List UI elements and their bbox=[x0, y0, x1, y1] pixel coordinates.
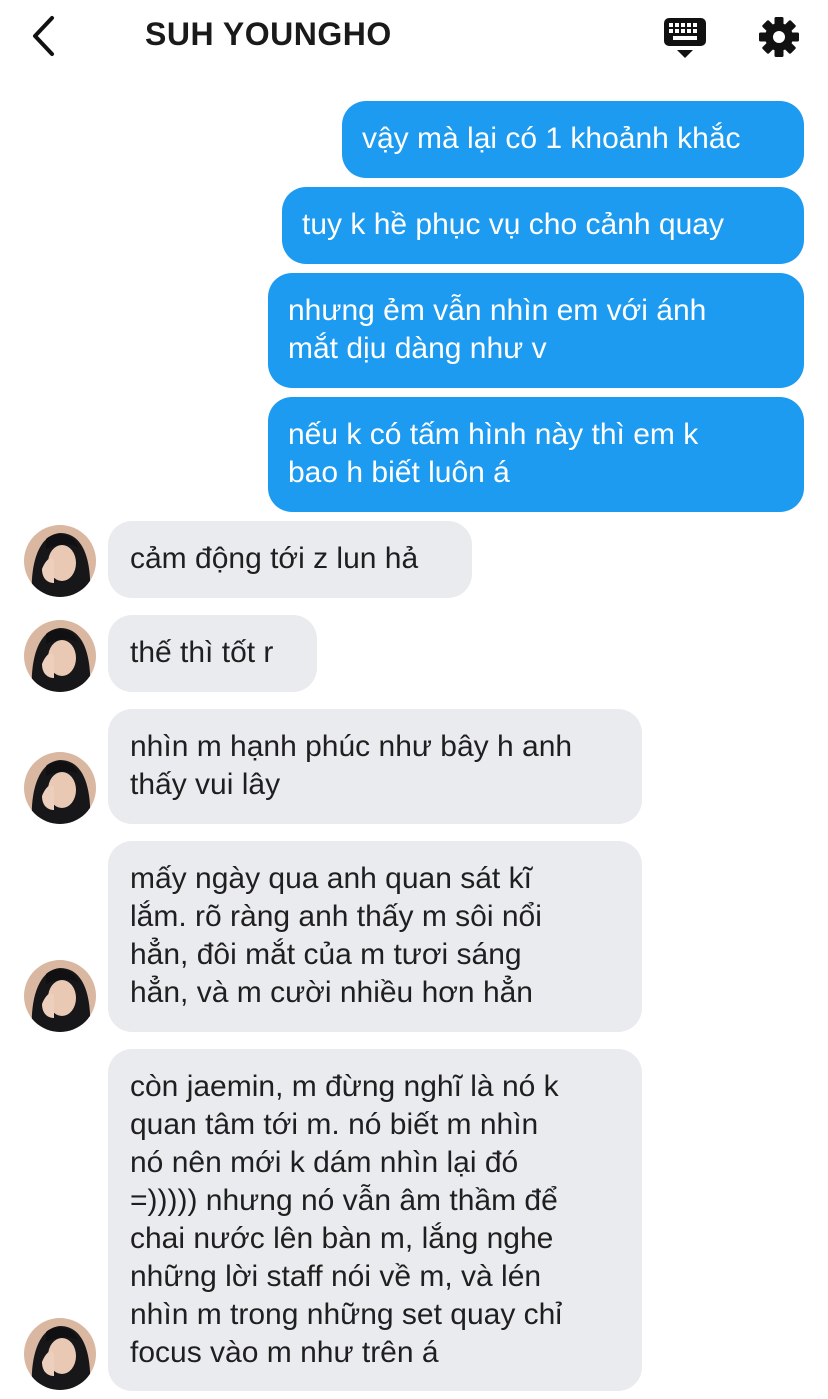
message-line: quan tâm tới m. nó biết m nhìn bbox=[130, 1108, 539, 1141]
chevron-left-icon bbox=[33, 16, 54, 56]
message-line: cảm động tới z lun hả bbox=[130, 542, 419, 575]
message-line: nếu k có tấm hình này thì em k bbox=[288, 418, 699, 451]
avatar[interactable] bbox=[24, 1318, 96, 1390]
message-line: những lời staff nói về m, và lén bbox=[130, 1260, 542, 1293]
incoming-message[interactable]: mấy ngày qua anh quan sát kĩ lắm. rõ ràn… bbox=[108, 841, 642, 1032]
message-line: focus vào m như trên á bbox=[130, 1336, 439, 1369]
message-line: mắt dịu dàng như v bbox=[288, 332, 547, 365]
gear-icon bbox=[759, 17, 799, 57]
outgoing-message[interactable]: nhưng ẻm vẫn nhìn em với ánh mắt dịu dàn… bbox=[268, 273, 804, 388]
message-line: thấy vui lây bbox=[130, 768, 281, 801]
keyboard-icon bbox=[664, 18, 706, 58]
profile-photo bbox=[24, 525, 96, 597]
message-line: thế thì tốt r bbox=[130, 636, 274, 669]
outgoing-message[interactable]: vậy mà lại có 1 khoảnh khắc bbox=[342, 101, 804, 178]
incoming-message[interactable]: nhìn m hạnh phúc như bây h anh thấy vui … bbox=[108, 709, 642, 824]
profile-photo bbox=[24, 620, 96, 692]
message-line: còn jaemin, m đừng nghĩ là nó k bbox=[130, 1070, 559, 1103]
outgoing-message[interactable]: nếu k có tấm hình này thì em k bao h biế… bbox=[268, 397, 804, 512]
message-line: =))))) nhưng nó vẫn âm thầm để bbox=[130, 1184, 558, 1217]
incoming-message[interactable]: cảm động tới z lun hả bbox=[108, 521, 472, 598]
conversation-title: SUH YOUNGHO bbox=[145, 16, 392, 52]
back-button[interactable] bbox=[26, 14, 66, 58]
chat-header: SUH YOUNGHO bbox=[0, 0, 828, 78]
avatar[interactable] bbox=[24, 960, 96, 1032]
message-line: lắm. rõ ràng anh thấy m sôi nổi bbox=[130, 900, 542, 933]
keyboard-button[interactable] bbox=[660, 16, 710, 60]
avatar[interactable] bbox=[24, 525, 96, 597]
avatar[interactable] bbox=[24, 752, 96, 824]
profile-photo bbox=[24, 960, 96, 1032]
message-line: nhìn m trong những set quay chỉ bbox=[130, 1298, 563, 1331]
message-line: tuy k hề phục vụ cho cảnh quay bbox=[302, 208, 724, 241]
message-line: bao h biết luôn á bbox=[288, 456, 510, 489]
message-line: nhìn m hạnh phúc như bây h anh bbox=[130, 730, 573, 763]
outgoing-message[interactable]: tuy k hề phục vụ cho cảnh quay bbox=[282, 187, 804, 264]
settings-button[interactable] bbox=[756, 14, 802, 60]
incoming-message[interactable]: thế thì tốt r bbox=[108, 615, 317, 692]
message-line: vậy mà lại có 1 khoảnh khắc bbox=[362, 122, 741, 155]
avatar[interactable] bbox=[24, 620, 96, 692]
message-line: hẳn, và m cười nhiều hơn hẳn bbox=[130, 976, 533, 1009]
message-line: mấy ngày qua anh quan sát kĩ bbox=[130, 862, 532, 895]
incoming-message[interactable]: còn jaemin, m đừng nghĩ là nó k quan tâm… bbox=[108, 1049, 642, 1391]
profile-photo bbox=[24, 1318, 96, 1390]
message-line: nó nên mới k dám nhìn lại đó bbox=[130, 1146, 519, 1179]
message-line: chai nước lên bàn m, lắng nghe bbox=[130, 1222, 554, 1255]
message-line: hẳn, đôi mắt của m tươi sáng bbox=[130, 938, 522, 971]
profile-photo bbox=[24, 752, 96, 824]
message-line: nhưng ẻm vẫn nhìn em với ánh bbox=[288, 294, 707, 327]
